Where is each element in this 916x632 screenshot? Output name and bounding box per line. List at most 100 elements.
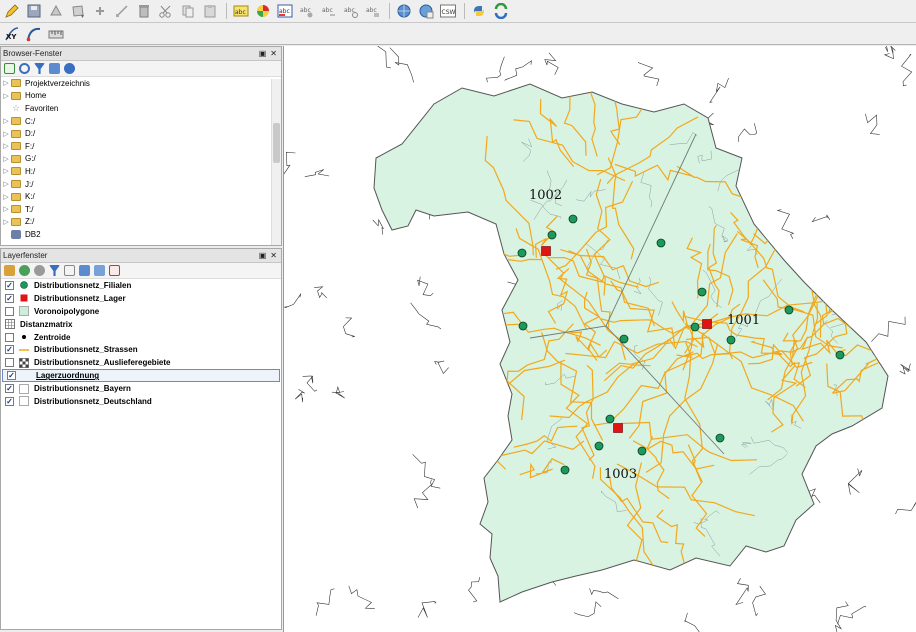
branch-point[interactable] — [726, 335, 736, 345]
layer-item[interactable]: Distributionsnetz_Auslieferegebiete — [1, 356, 281, 369]
browser-item[interactable]: ▷ T:/ — [1, 203, 281, 216]
float-panel-icon[interactable]: ▣ — [259, 49, 267, 58]
label-pin-button[interactable]: abc — [297, 2, 317, 21]
expand-arrow-icon[interactable]: ▷ — [1, 79, 11, 87]
branch-point[interactable] — [605, 414, 615, 424]
layer-visibility-checkbox[interactable]: ✓ — [5, 396, 14, 406]
save-edits-button[interactable] — [24, 2, 44, 21]
browser-item[interactable]: ▷ H:/ — [1, 165, 281, 178]
branch-point[interactable] — [784, 305, 794, 315]
browser-item[interactable]: ▷ D:/ — [1, 127, 281, 140]
paste-button[interactable] — [200, 2, 220, 21]
remove-layer-icon[interactable] — [109, 265, 120, 276]
expand-arrow-icon[interactable]: ▷ — [1, 92, 11, 100]
expand-all-icon[interactable] — [79, 265, 90, 276]
delete-button[interactable] — [134, 2, 154, 21]
browser-item[interactable]: ☆ Favoriten — [1, 102, 281, 115]
browser-item[interactable]: ▷ K:/ — [1, 190, 281, 203]
layer-visibility-checkbox[interactable] — [5, 358, 14, 368]
layer-item[interactable]: ✓ Lagerzuordnung — [2, 369, 280, 383]
float-panel-icon[interactable]: ▣ — [259, 251, 267, 260]
label-abc-button[interactable]: abc — [231, 2, 251, 21]
browser-item[interactable]: ▷ Home — [1, 90, 281, 103]
warehouse-point[interactable] — [613, 423, 623, 433]
label-highlight-button[interactable]: abc — [275, 2, 295, 21]
warehouse-point[interactable] — [541, 246, 551, 256]
browser-item[interactable]: ▷ C:/ — [1, 115, 281, 128]
branch-point[interactable] — [560, 465, 570, 475]
branch-point[interactable] — [619, 334, 629, 344]
csw-button[interactable]: CSW — [438, 2, 458, 21]
layer-item[interactable]: ✓ Distributionsnetz_Strassen — [1, 343, 281, 356]
layer-item[interactable]: ✓ Distributionsnetz_Deutschland — [1, 395, 281, 408]
distance-tool-button[interactable] — [24, 24, 44, 43]
label-properties-button[interactable]: abc — [363, 2, 383, 21]
layer-visibility-checkbox[interactable]: ✓ — [5, 384, 14, 394]
add-wms-button[interactable] — [394, 2, 414, 21]
add-layer-icon[interactable] — [4, 63, 15, 74]
python-console-button[interactable] — [469, 2, 489, 21]
add-feature-button[interactable] — [46, 2, 66, 21]
cut-button[interactable] — [156, 2, 176, 21]
close-panel-icon[interactable]: ✕ — [270, 49, 277, 58]
measure-tool-button[interactable] — [46, 24, 66, 43]
expand-arrow-icon[interactable]: ▷ — [1, 130, 11, 138]
layer-visibility-checkbox[interactable] — [5, 306, 14, 316]
branch-point[interactable] — [835, 350, 845, 360]
expand-arrow-icon[interactable]: ▷ — [1, 205, 11, 213]
layer-visibility-checkbox[interactable]: ✓ — [5, 280, 14, 290]
info-icon[interactable] — [64, 63, 75, 74]
filter-expression-icon[interactable] — [64, 265, 75, 276]
branch-point[interactable] — [594, 441, 604, 451]
branch-point[interactable] — [715, 433, 725, 443]
edit-pencil-button[interactable] — [2, 2, 22, 21]
branch-point[interactable] — [637, 446, 647, 456]
branch-point[interactable] — [517, 248, 527, 258]
browser-item[interactable]: ▷ J:/ — [1, 178, 281, 191]
browser-item[interactable]: DB2 — [1, 228, 281, 241]
add-polygon-button[interactable]: ▾ — [68, 2, 88, 21]
expand-arrow-icon[interactable]: ▷ — [1, 117, 11, 125]
move-feature-button[interactable] — [90, 2, 110, 21]
filter-icon[interactable] — [34, 63, 45, 74]
expand-arrow-icon[interactable]: ▷ — [1, 167, 11, 175]
browser-item[interactable]: ▷ Projektverzeichnis — [1, 77, 281, 90]
branch-point[interactable] — [518, 321, 528, 331]
label-rotate-button[interactable]: abc — [341, 2, 361, 21]
close-panel-icon[interactable]: ✕ — [270, 251, 277, 260]
scrollbar-thumb[interactable] — [273, 123, 280, 163]
visibility-icon[interactable] — [34, 265, 45, 276]
expand-arrow-icon[interactable]: ▷ — [1, 218, 11, 226]
branch-point[interactable] — [568, 214, 578, 224]
layer-item[interactable]: Zentroide — [1, 331, 281, 344]
copy-button[interactable] — [178, 2, 198, 21]
layer-visibility-checkbox[interactable]: ✓ — [5, 293, 14, 303]
expand-arrow-icon[interactable]: ▷ — [1, 193, 11, 201]
layer-visibility-checkbox[interactable]: ✓ — [7, 371, 16, 381]
collapse-all-icon[interactable] — [49, 63, 60, 74]
branch-point[interactable] — [547, 230, 557, 240]
branch-point[interactable] — [656, 238, 666, 248]
layer-item[interactable]: ✓ Distributionsnetz_Filialen — [1, 279, 281, 292]
xy-coordinate-button[interactable]: XY — [2, 24, 22, 43]
layer-item[interactable]: Distanzmatrix — [1, 318, 281, 331]
expand-arrow-icon[interactable]: ▷ — [1, 155, 11, 163]
browser-item[interactable]: ▷ Z:/ — [1, 216, 281, 229]
add-group-icon[interactable] — [19, 265, 30, 276]
layer-item[interactable]: ✓ Distributionsnetz_Bayern — [1, 382, 281, 395]
style-manager-icon[interactable] — [4, 265, 15, 276]
filter-icon[interactable] — [49, 265, 60, 276]
layer-style-button[interactable] — [253, 2, 273, 21]
refresh-icon[interactable] — [19, 63, 30, 74]
warehouse-point[interactable] — [702, 319, 712, 329]
browser-scrollbar[interactable] — [271, 79, 281, 245]
map-canvas[interactable]: 1002 1001 1003 — [283, 46, 916, 632]
expand-arrow-icon[interactable]: ▷ — [1, 142, 11, 150]
layer-visibility-checkbox[interactable] — [5, 332, 14, 342]
label-move-button[interactable]: abc — [319, 2, 339, 21]
browser-item[interactable]: ▷ G:/ — [1, 153, 281, 166]
node-tool-button[interactable] — [112, 2, 132, 21]
layer-visibility-checkbox[interactable]: ✓ — [5, 345, 14, 355]
refresh-plugin-button[interactable] — [491, 2, 511, 21]
expand-arrow-icon[interactable]: ▷ — [1, 180, 11, 188]
